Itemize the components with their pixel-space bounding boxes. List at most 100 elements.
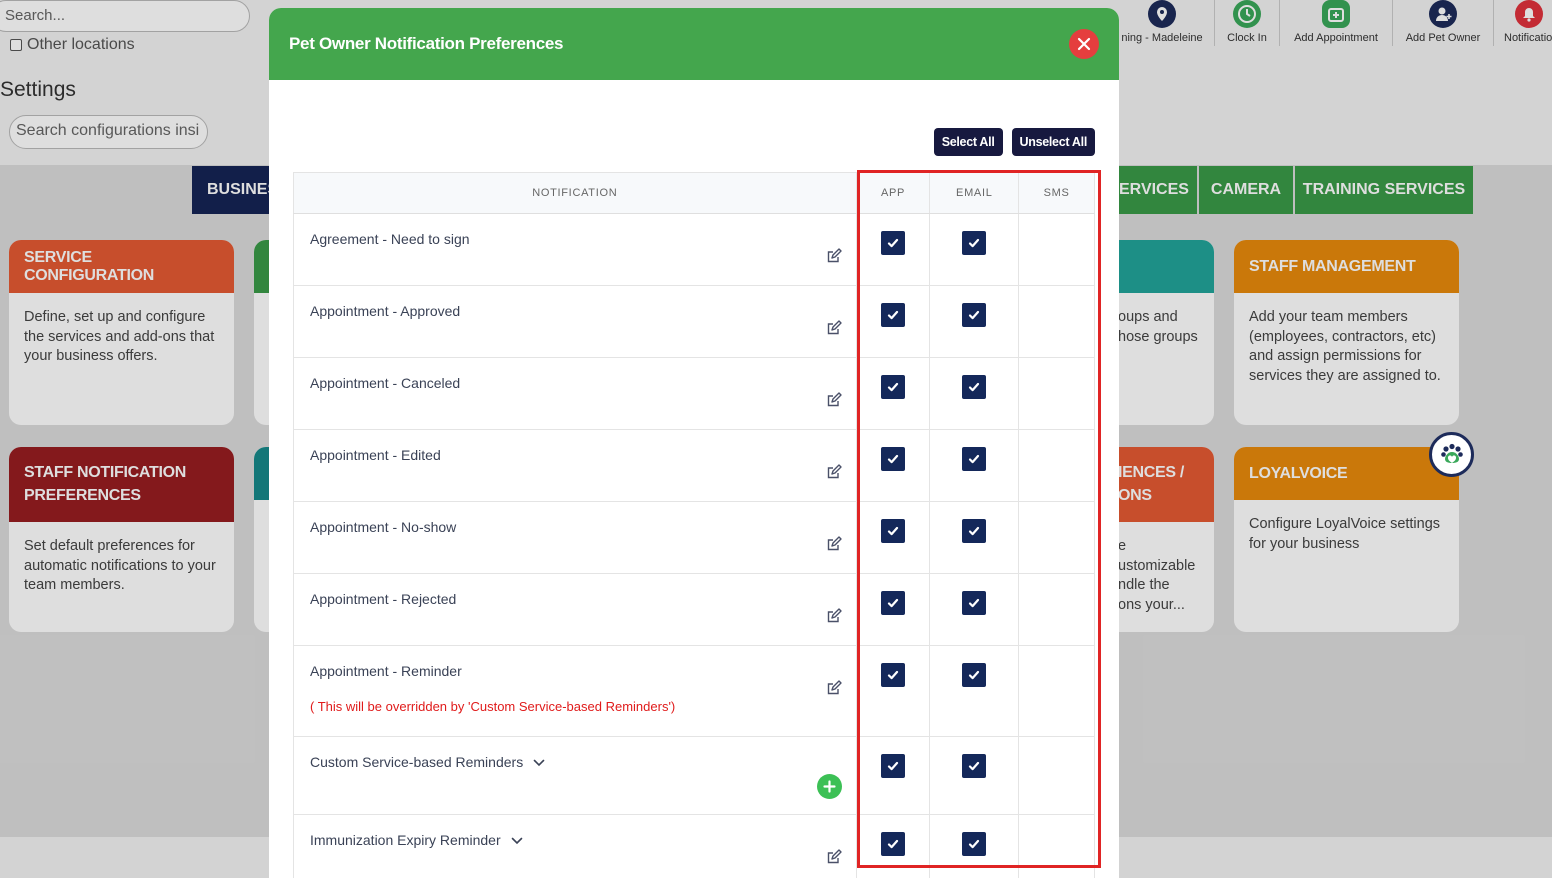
notification-name: Appointment - Rejected	[310, 591, 457, 607]
email-checkbox[interactable]	[962, 231, 987, 255]
add-reminder-icon[interactable]	[816, 774, 842, 799]
notification-name: Appointment - Edited	[310, 447, 441, 463]
app-cell	[857, 502, 931, 573]
notification-label: Appointment - Edited	[310, 447, 840, 463]
notification-label: Agreement - Need to sign	[310, 231, 840, 247]
sms-cell	[1019, 502, 1094, 573]
close-button[interactable]	[1069, 29, 1099, 59]
column-header-notification: NOTIFICATION	[294, 173, 857, 213]
notification-name: Immunization Expiry Reminder	[310, 832, 501, 848]
notification-label: Appointment - Reminder	[310, 663, 840, 679]
chevron-down-icon[interactable]	[511, 832, 523, 848]
app-cell	[857, 214, 931, 285]
app-cell	[857, 737, 931, 814]
notification-name: Appointment - Reminder	[310, 663, 462, 679]
app-cell	[857, 815, 931, 878]
modal-header: Pet Owner Notification Preferences	[269, 8, 1119, 80]
email-cell	[930, 214, 1020, 285]
sms-cell	[1019, 737, 1094, 814]
column-header-sms: SMS	[1043, 187, 1070, 199]
edit-icon[interactable]	[826, 849, 842, 865]
sms-cell	[1019, 574, 1094, 645]
table-body: Agreement - Need to sign Appointment - Ap…	[293, 214, 1095, 878]
edit-icon[interactable]	[826, 320, 842, 336]
edit-icon[interactable]	[826, 608, 842, 624]
notification-expander[interactable]: Custom Service-based Reminders	[310, 754, 840, 770]
notification-label: Appointment - Approved	[310, 303, 840, 319]
notification-preferences-modal: Pet Owner Notification Preferences Selec…	[269, 8, 1119, 878]
app-checkbox[interactable]	[881, 231, 906, 255]
edit-icon[interactable]	[826, 536, 842, 552]
select-all-button[interactable]: Select All	[933, 128, 1003, 156]
app-checkbox[interactable]	[881, 447, 906, 471]
bulk-actions: Select All Unselect All	[933, 128, 1095, 156]
notification-expander[interactable]: Immunization Expiry Reminder	[310, 832, 840, 848]
notification-cell: Custom Service-based Reminders	[294, 737, 857, 814]
table-row: Appointment - Rejected	[293, 574, 1095, 646]
unselect-all-button[interactable]: Unselect All	[1011, 128, 1095, 156]
table-row: Appointment - Reminder ( This will be ove…	[293, 646, 1095, 737]
sms-cell	[1019, 286, 1094, 357]
table-header: NOTIFICATION APP EMAIL SMS	[293, 172, 1095, 214]
app-cell	[857, 286, 931, 357]
app-checkbox[interactable]	[881, 375, 906, 399]
email-cell	[930, 815, 1020, 878]
notification-cell: Appointment - Edited	[294, 430, 857, 501]
notification-cell: Agreement - Need to sign	[294, 214, 857, 285]
email-checkbox[interactable]	[962, 832, 987, 856]
edit-icon[interactable]	[826, 464, 842, 480]
sms-cell	[1019, 430, 1094, 501]
email-checkbox[interactable]	[962, 303, 987, 327]
email-cell	[930, 358, 1020, 429]
email-checkbox[interactable]	[962, 447, 987, 471]
override-note: ( This will be overridden by 'Custom Ser…	[310, 699, 676, 714]
notification-cell: Appointment - No-show	[294, 502, 857, 573]
notification-cell: Appointment - Rejected	[294, 574, 857, 645]
app-checkbox[interactable]	[881, 519, 906, 543]
email-checkbox[interactable]	[962, 375, 987, 399]
notification-table: NOTIFICATION APP EMAIL SMS Agreement - N…	[293, 172, 1095, 878]
modal-title: Pet Owner Notification Preferences	[289, 34, 564, 53]
table-row: Agreement - Need to sign	[293, 214, 1095, 286]
edit-icon[interactable]	[826, 392, 842, 408]
edit-icon[interactable]	[826, 248, 842, 264]
email-cell	[930, 574, 1020, 645]
app-checkbox[interactable]	[881, 303, 906, 327]
sms-cell	[1019, 214, 1094, 285]
table-row: Appointment - No-show	[293, 502, 1095, 574]
chevron-down-icon[interactable]	[533, 754, 545, 770]
app-checkbox[interactable]	[881, 591, 906, 615]
notification-name: Appointment - Canceled	[310, 375, 461, 391]
app-cell	[857, 574, 931, 645]
email-cell	[930, 502, 1020, 573]
table-row: Appointment - Canceled	[293, 358, 1095, 430]
email-checkbox[interactable]	[962, 663, 987, 687]
app-cell	[857, 646, 931, 736]
email-cell	[930, 286, 1020, 357]
notification-label: Appointment - Canceled	[310, 375, 840, 391]
notification-name: Appointment - No-show	[310, 519, 457, 535]
email-checkbox[interactable]	[962, 754, 987, 778]
notification-label: Appointment - Rejected	[310, 591, 840, 607]
notification-cell: Appointment - Approved	[294, 286, 857, 357]
sms-cell	[1019, 358, 1094, 429]
app-checkbox[interactable]	[881, 832, 906, 856]
email-checkbox[interactable]	[962, 591, 987, 615]
sms-cell	[1019, 646, 1094, 736]
table-row: Appointment - Approved	[293, 286, 1095, 358]
edit-icon[interactable]	[826, 680, 842, 696]
email-checkbox[interactable]	[962, 519, 987, 543]
email-cell	[930, 430, 1020, 501]
column-header-app: APP	[857, 173, 931, 213]
notification-name: Custom Service-based Reminders	[310, 754, 524, 770]
notification-name: Appointment - Approved	[310, 303, 461, 319]
close-icon	[1077, 37, 1091, 51]
app-checkbox[interactable]	[881, 663, 906, 687]
notification-cell: Appointment - Canceled	[294, 358, 857, 429]
app-cell	[857, 358, 931, 429]
paw-icon[interactable]	[1429, 432, 1474, 477]
email-cell	[930, 737, 1020, 814]
app-cell	[857, 430, 931, 501]
table-row: Immunization Expiry Reminder	[293, 815, 1095, 878]
app-checkbox[interactable]	[881, 754, 906, 778]
